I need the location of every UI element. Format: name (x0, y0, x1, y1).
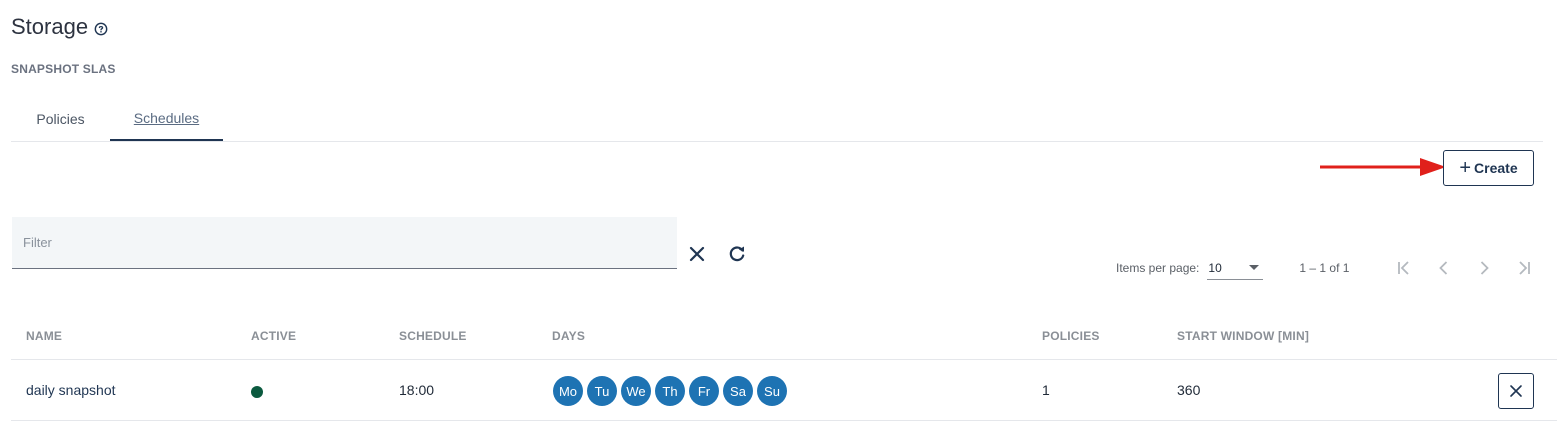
close-icon (689, 246, 705, 262)
refresh-icon (729, 246, 745, 262)
delete-row-button[interactable] (1498, 373, 1534, 409)
cell-policies: 1 (1042, 382, 1050, 398)
annotation-arrow-icon (1320, 158, 1446, 176)
page-range-label: 1 – 1 of 1 (1299, 261, 1350, 275)
paginator: Items per page: 10 1 – 1 of 1 (1116, 252, 1544, 284)
page-title-text: Storage (11, 14, 89, 39)
tab-policies[interactable]: Policies (11, 96, 110, 141)
clear-filter-button[interactable] (685, 242, 709, 266)
table-header: NAME ACTIVE SCHEDULE DAYS POLICIES START… (11, 316, 1557, 360)
column-header-name[interactable]: NAME (26, 329, 62, 343)
previous-page-button[interactable] (1424, 252, 1464, 284)
column-header-schedule[interactable]: SCHEDULE (399, 329, 467, 343)
days-list: Mo Tu We Th Fr Sa Su (553, 376, 787, 406)
day-badge-mo: Mo (553, 376, 583, 406)
day-badge-tu: Tu (587, 376, 617, 406)
tab-schedules[interactable]: Schedules (110, 96, 223, 141)
day-badge-we: We (621, 376, 651, 406)
items-per-page-select[interactable]: 10 (1207, 256, 1264, 280)
refresh-button[interactable] (725, 242, 749, 266)
table-row[interactable]: daily snapshot 18:00 Mo Tu We Th Fr Sa S… (11, 361, 1557, 421)
column-header-active[interactable]: ACTIVE (251, 329, 296, 343)
next-page-button[interactable] (1464, 252, 1504, 284)
cell-name[interactable]: daily snapshot (26, 382, 116, 398)
items-per-page-label: Items per page: (1116, 261, 1200, 275)
column-header-policies[interactable]: POLICIES (1042, 329, 1100, 343)
dropdown-caret-icon (1249, 265, 1260, 270)
column-header-start-window[interactable]: START WINDOW [MIN] (1177, 329, 1309, 343)
filter-field[interactable] (12, 217, 677, 269)
first-page-icon (1398, 261, 1410, 275)
day-badge-su: Su (757, 376, 787, 406)
close-icon (1510, 385, 1522, 397)
day-badge-sa: Sa (723, 376, 753, 406)
last-page-button[interactable] (1504, 252, 1544, 284)
help-circle-icon[interactable] (94, 22, 108, 36)
cell-schedule: 18:00 (399, 382, 435, 398)
cell-start-window: 360 (1177, 382, 1201, 398)
day-badge-th: Th (655, 376, 685, 406)
next-page-icon (1481, 261, 1490, 275)
create-button-label: Create (1474, 160, 1518, 176)
day-badge-fr: Fr (689, 376, 719, 406)
first-page-button[interactable] (1384, 252, 1424, 284)
filter-input[interactable] (12, 217, 677, 268)
items-per-page-value: 10 (1208, 260, 1222, 275)
page-title: Storage (11, 14, 108, 40)
active-status-dot (251, 386, 263, 398)
tab-bar: Policies Schedules (11, 96, 1543, 142)
column-header-days[interactable]: DAYS (552, 329, 585, 343)
create-button[interactable]: + Create (1443, 150, 1534, 186)
last-page-icon (1519, 261, 1531, 275)
plus-icon: + (1459, 157, 1472, 179)
section-subtitle: SNAPSHOT SLAS (11, 62, 116, 76)
previous-page-icon (1439, 261, 1448, 275)
